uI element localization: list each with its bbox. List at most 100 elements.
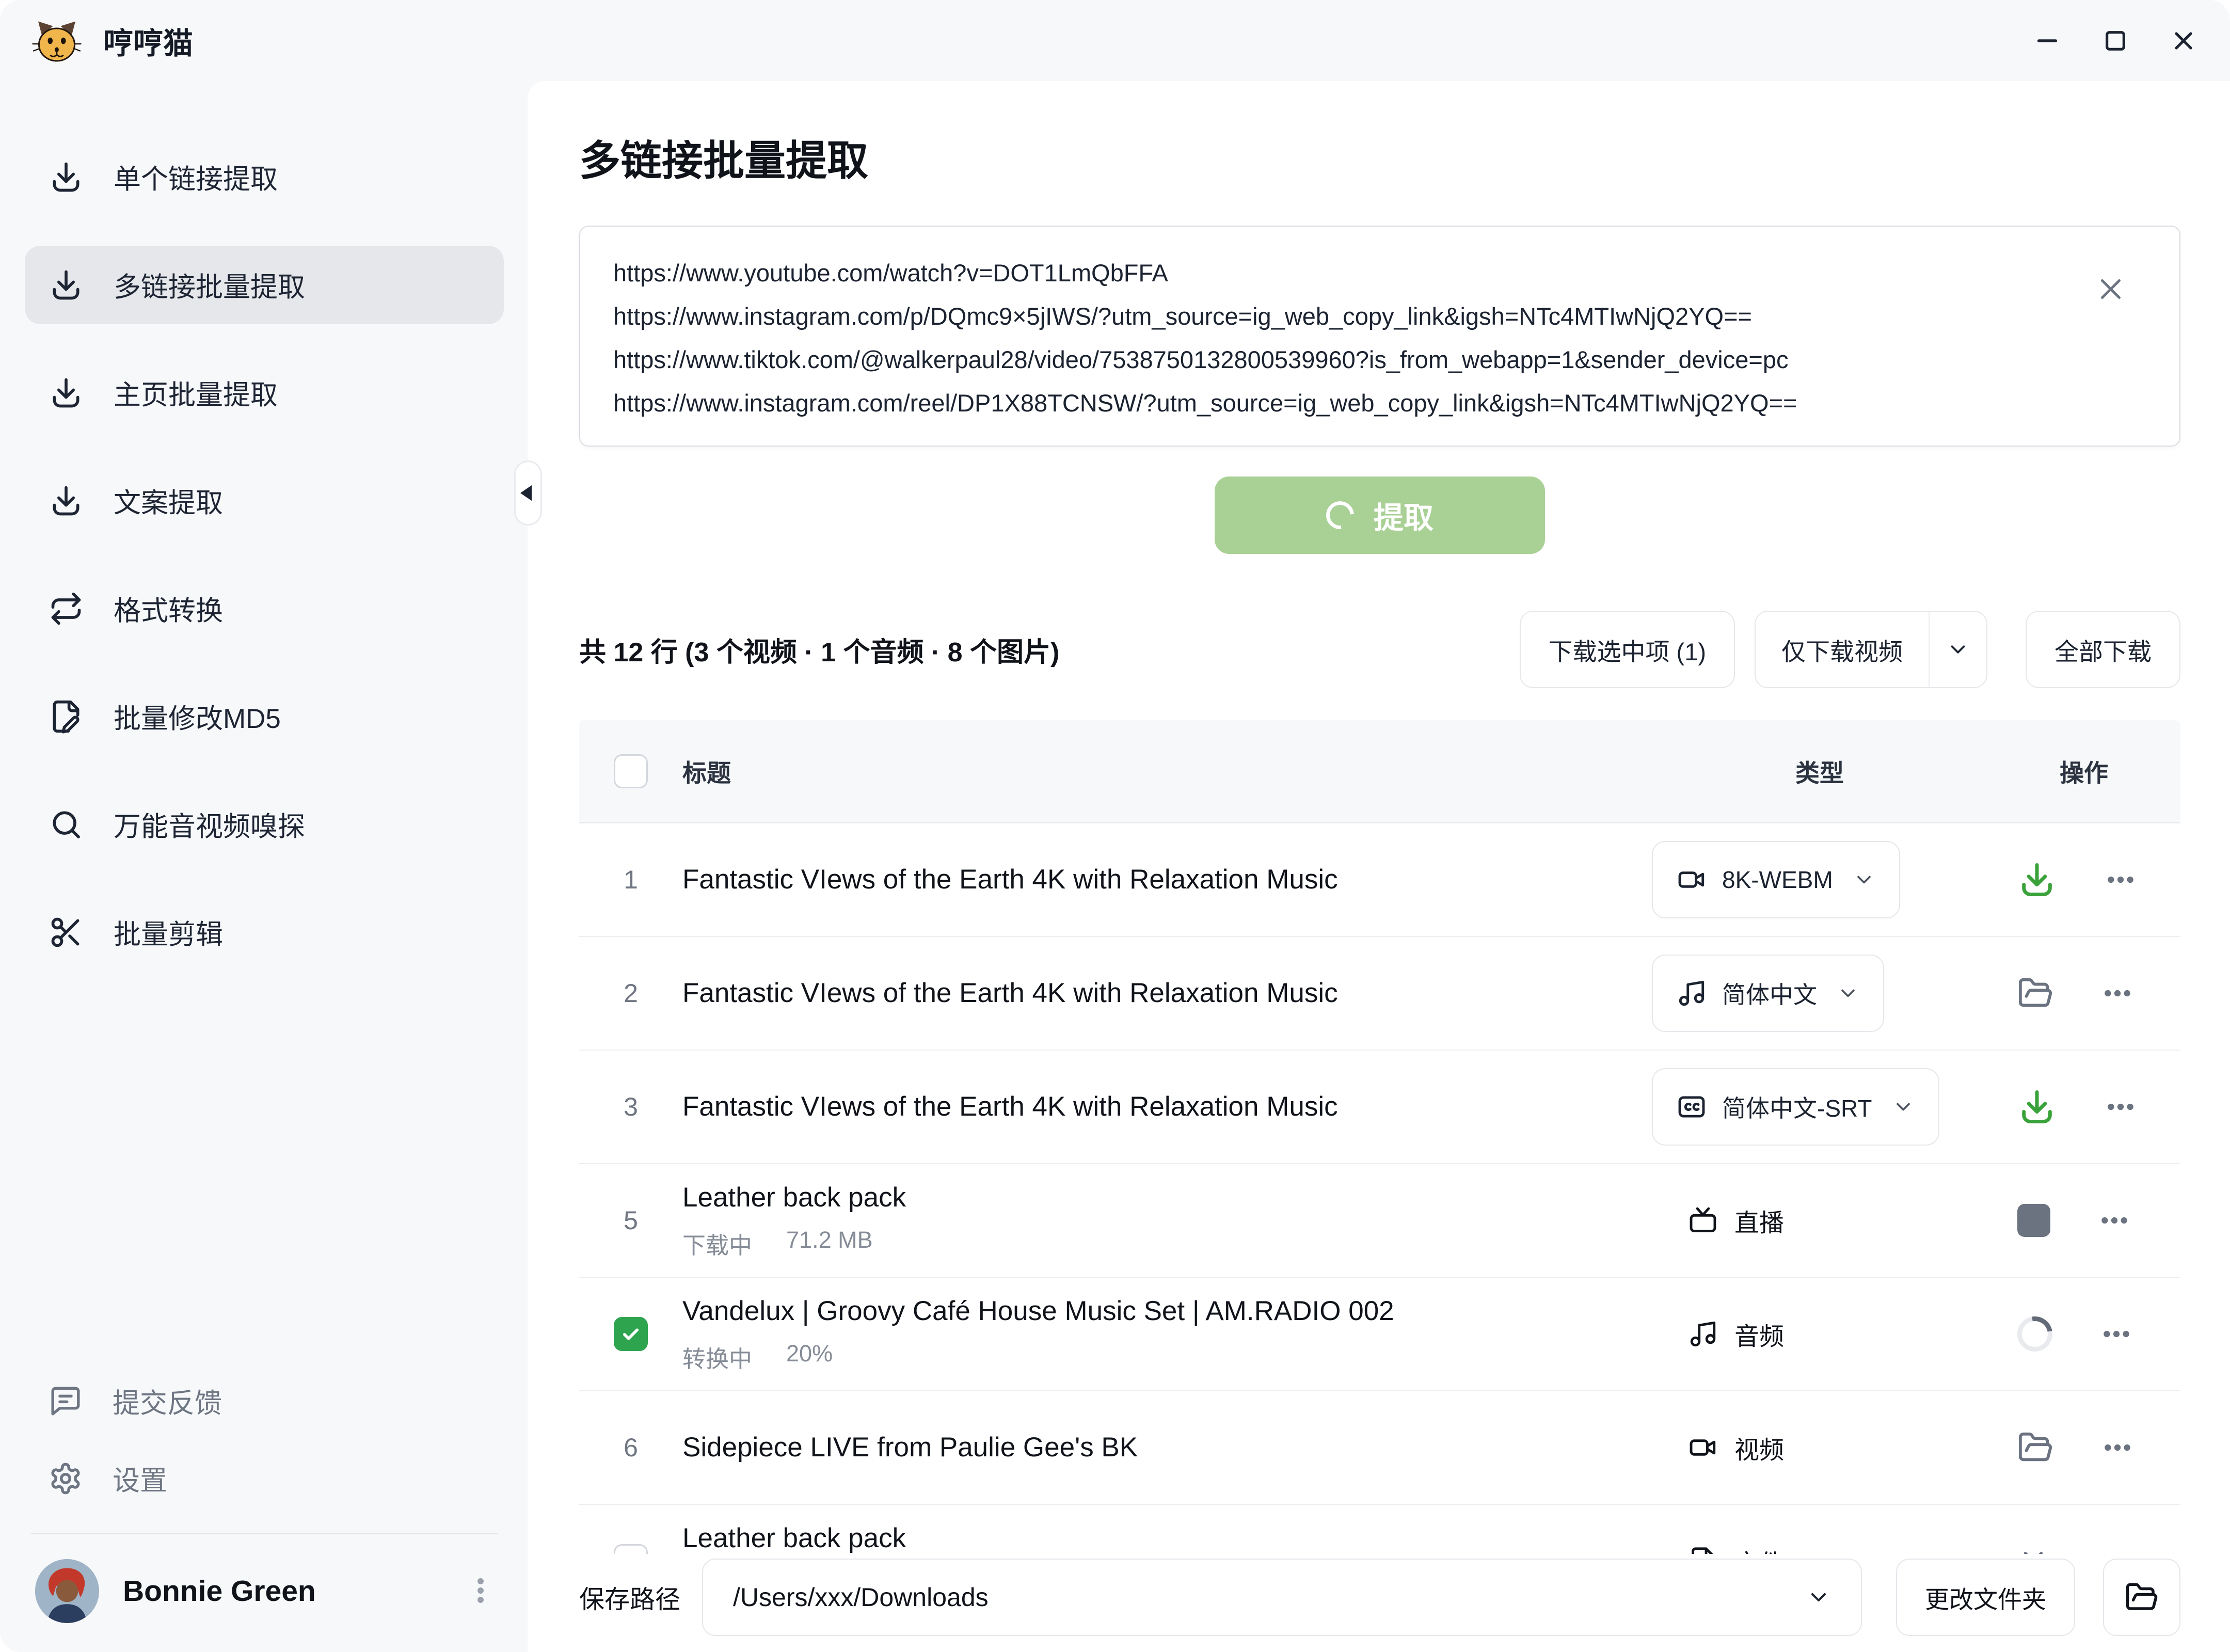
format-select[interactable]: 简体中文-SRT	[1652, 1068, 1939, 1146]
row-title: Leather back pack	[682, 1181, 1621, 1214]
sidebar-item-multi-link-batch-extract[interactable]: 多链接批量提取	[25, 246, 504, 324]
open-folder-button[interactable]	[2017, 975, 2053, 1011]
row-menu-button[interactable]	[2098, 1204, 2131, 1237]
window-controls	[2033, 26, 2213, 55]
chevron-down-icon	[1853, 868, 1875, 891]
download-all-button[interactable]: 全部下载	[2026, 611, 2180, 688]
video-only-button[interactable]: 仅下载视频	[1756, 612, 1930, 687]
open-save-folder-button[interactable]	[2103, 1559, 2180, 1636]
download-button[interactable]	[2017, 1087, 2057, 1126]
media-type-label: 文件	[1734, 1543, 1784, 1554]
repeat-icon	[49, 591, 84, 626]
status-label: 转换中	[682, 1340, 752, 1374]
check-icon	[620, 1323, 642, 1345]
status-detail: 20%	[786, 1340, 833, 1374]
tv-icon	[1688, 1205, 1718, 1235]
video-camera-icon	[1677, 865, 1707, 895]
folder-open-icon	[2017, 1429, 2053, 1466]
url-line: https://www.instagram.com/p/DQmc9×5jIWS/…	[613, 295, 2061, 338]
table-row: 5 Leather back pack 下载中 71.2 MB 直播	[579, 1164, 2180, 1278]
cat-face-icon	[32, 16, 82, 66]
change-folder-button[interactable]: 更改文件夹	[1896, 1559, 2075, 1636]
table-row: 2 Fantastic VIews of the Earth 4K with R…	[579, 937, 2180, 1051]
closed-captions-icon	[1677, 1092, 1707, 1122]
file-icon	[1688, 1546, 1718, 1554]
row-menu-button[interactable]	[2104, 1090, 2137, 1123]
format-select[interactable]: 8K-WEBM	[1652, 841, 1900, 918]
sidebar-item-format-convert[interactable]: 格式转换	[25, 569, 504, 648]
select-all-checkbox[interactable]	[614, 754, 648, 788]
folder-open-icon	[2125, 1580, 2159, 1614]
sidebar-item-single-link-extract[interactable]: 单个链接提取	[25, 138, 504, 216]
row-menu-button[interactable]	[2101, 977, 2134, 1010]
sidebar-item-batch-md5[interactable]: 批量修改MD5	[25, 677, 504, 756]
minimize-icon[interactable]	[2033, 26, 2062, 55]
sidebar-item-label: 多链接批量提取	[114, 265, 305, 305]
row-title: Leather back pack	[682, 1522, 1621, 1554]
row-menu-button[interactable]	[2097, 1545, 2130, 1554]
sidebar-collapse-handle[interactable]	[514, 460, 542, 526]
dots-horizontal-icon	[2101, 977, 2134, 1010]
music-note-icon	[1688, 1319, 1718, 1349]
video-only-dropdown-button[interactable]	[1930, 612, 1986, 687]
sidebar-item-batch-clip[interactable]: 批量剪辑	[25, 893, 504, 972]
url-line: https://www.instagram.com/reel/DP1X88TCN…	[613, 382, 2061, 425]
stop-button[interactable]	[2017, 1204, 2050, 1237]
row-status: 转换中 20%	[682, 1340, 1621, 1374]
format-label: 简体中文-SRT	[1722, 1090, 1872, 1124]
download-selected-button[interactable]: 下载选中项 (1)	[1520, 611, 1735, 688]
download-button[interactable]	[2017, 860, 2057, 899]
save-path-select[interactable]: /Users/xxx/Downloads	[702, 1559, 1862, 1636]
column-header-actions: 操作	[1987, 753, 2180, 789]
message-icon	[49, 1384, 83, 1418]
chevron-left-icon	[520, 485, 532, 501]
divider	[31, 1533, 498, 1534]
sidebar-item-copywriting-extract[interactable]: 文案提取	[25, 462, 504, 540]
stop-icon	[2017, 1204, 2050, 1237]
gear-icon	[49, 1462, 83, 1496]
format-select[interactable]: 简体中文	[1652, 955, 1884, 1032]
music-note-icon	[1677, 978, 1707, 1008]
row-status: 下载中 71.2 MB	[682, 1227, 1621, 1260]
search-icon	[49, 807, 84, 842]
row-number: 6	[624, 1433, 638, 1463]
sidebar-footer: 提交反馈 设置 Bonnie G	[25, 1362, 504, 1623]
dots-horizontal-icon	[2104, 863, 2137, 896]
row-menu-button[interactable]	[2104, 863, 2137, 896]
scissors-icon	[49, 915, 84, 950]
sidebar-item-media-sniffer[interactable]: 万能音视频嗅探	[25, 785, 504, 864]
table-row: 3 Fantastic VIews of the Earth 4K with R…	[579, 1051, 2180, 1164]
row-checkbox-checked[interactable]	[614, 1317, 648, 1351]
save-path-label: 保存路径	[579, 1579, 680, 1616]
stats-row: 共 12 行 (3 个视频 · 1 个音频 · 8 个图片) 下载选中项 (1)…	[579, 611, 2180, 688]
row-checkbox[interactable]	[614, 1544, 648, 1554]
media-type: 直播	[1652, 1202, 1784, 1238]
sidebar-item-feedback[interactable]: 提交反馈	[25, 1362, 504, 1440]
user-menu-button[interactable]	[465, 1575, 497, 1608]
media-type: 音频	[1652, 1316, 1784, 1352]
download-icon	[2017, 1087, 2057, 1126]
sidebar-item-settings[interactable]: 设置	[25, 1440, 504, 1517]
url-input[interactable]: https://www.youtube.com/watch?v=DOT1LmQb…	[579, 226, 2180, 447]
summary-text: 共 12 行 (3 个视频 · 1 个音频 · 8 个图片)	[579, 630, 1059, 669]
dots-horizontal-icon	[2104, 1090, 2137, 1123]
media-type: 视频	[1652, 1429, 1784, 1466]
sidebar-item-homepage-batch-extract[interactable]: 主页批量提取	[25, 354, 504, 432]
dots-horizontal-icon	[2097, 1545, 2130, 1554]
sidebar-item-label: 批量修改MD5	[114, 697, 281, 736]
extract-row: 提取	[579, 476, 2180, 554]
row-menu-button[interactable]	[2101, 1431, 2134, 1464]
row-menu-button[interactable]	[2100, 1317, 2133, 1351]
sidebar-item-label: 格式转换	[114, 589, 223, 628]
extract-button[interactable]: 提取	[1215, 476, 1545, 554]
open-folder-button[interactable]	[2017, 1429, 2053, 1466]
clear-input-button[interactable]	[2094, 272, 2128, 308]
video-camera-icon	[1688, 1433, 1718, 1463]
column-header-type: 类型	[1652, 753, 1987, 789]
cancel-button[interactable]	[2017, 1545, 2049, 1554]
user-profile[interactable]: Bonnie Green	[25, 1552, 504, 1623]
maximize-icon[interactable]	[2101, 26, 2130, 55]
app-window: 哼哼猫 单个链接提取 多链接批量提取 主页批量提取 文案提取	[0, 0, 2230, 1652]
close-icon[interactable]	[2169, 26, 2198, 55]
format-label: 简体中文	[1722, 976, 1817, 1010]
